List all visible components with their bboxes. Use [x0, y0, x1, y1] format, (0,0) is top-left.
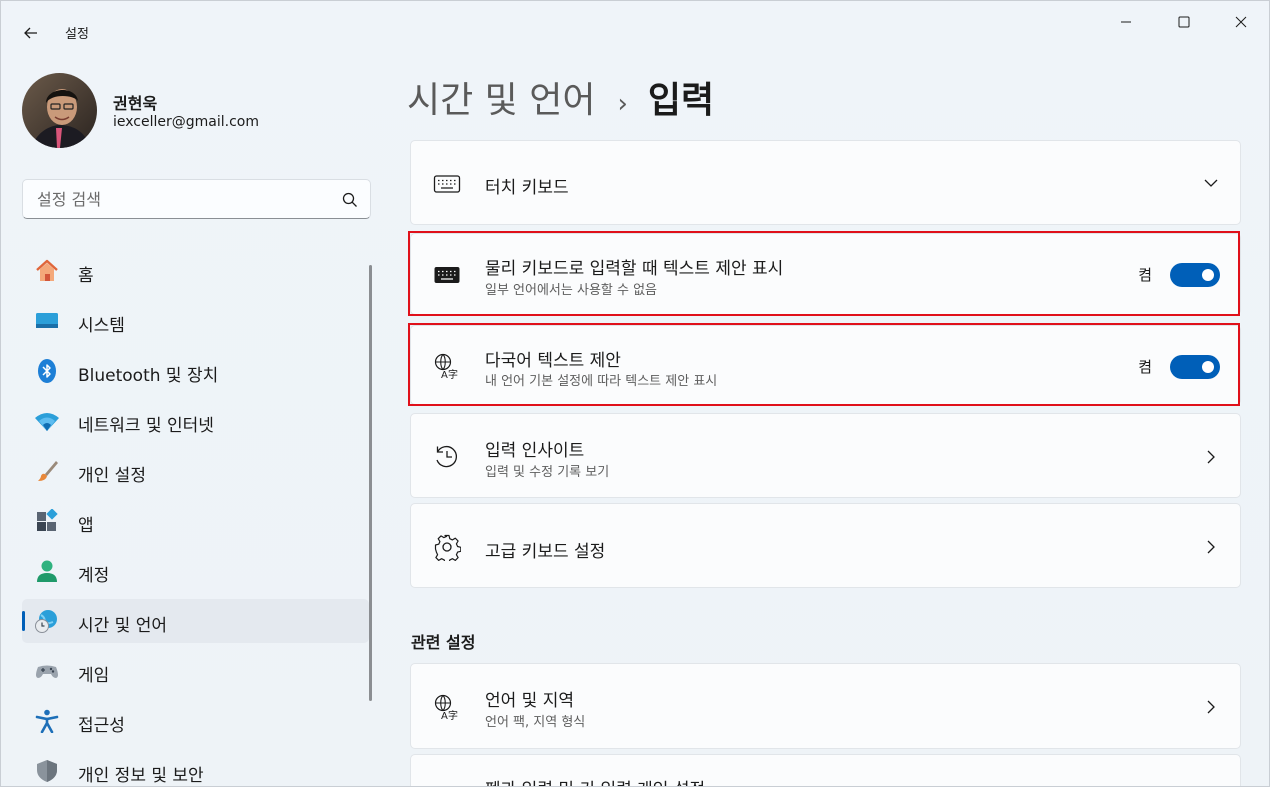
related-settings-heading: 관련 설정: [411, 633, 476, 652]
breadcrumb-separator: ›: [617, 89, 628, 119]
arrow-left-icon: [24, 27, 37, 39]
page-title: 입력: [647, 80, 715, 121]
sidebar-item-home[interactable]: 홈: [22, 249, 369, 293]
card-title: 입력 인사이트: [485, 441, 585, 461]
sidebar-item-label: 시간 및 언어: [78, 616, 168, 636]
keyboard-icon: [433, 175, 461, 193]
toggle-state-label: 켬: [1138, 266, 1152, 284]
close-icon: [1235, 16, 1247, 28]
keyboard-filled-icon: [434, 267, 460, 283]
sidebar-item-accessibility[interactable]: 접근성: [22, 699, 369, 743]
multilingual-suggestions-card: A 字 다국어 텍스트 제안 내 언어 기본 설정에 따라 텍스트 제안 표시 …: [410, 325, 1241, 405]
advanced-keyboard-settings-card[interactable]: 고급 키보드 설정: [410, 503, 1241, 588]
pen-touch-personalization-card[interactable]: 펜과 입력 및 키 입력 개인 설정: [410, 754, 1241, 786]
breadcrumb-parent[interactable]: 시간 및 언어: [407, 71, 596, 123]
card-subtitle: 입력 및 수정 기록 보기: [485, 465, 610, 480]
sidebar-item-label: 개인 설정: [78, 466, 146, 486]
search-icon[interactable]: [341, 191, 359, 209]
sidebar-item-personalization[interactable]: 개인 설정: [22, 449, 369, 493]
time-language-icon: [35, 610, 57, 633]
sidebar-item-system[interactable]: 시스템: [22, 299, 369, 343]
chevron-right-icon[interactable]: [1202, 698, 1220, 716]
home-icon: [36, 259, 58, 281]
sidebar-item-label: 계정: [78, 566, 110, 586]
gear-icon: [434, 534, 461, 561]
translate-icon: A 字: [434, 353, 458, 380]
close-button[interactable]: [1218, 7, 1264, 37]
user-email: iexceller@gmail.com: [113, 114, 259, 130]
card-title: 물리 키보드로 입력할 때 텍스트 제안 표시: [485, 259, 784, 279]
history-icon: [436, 445, 458, 468]
toggle-knob: [1202, 361, 1214, 373]
sidebar-item-label: 네트워크 및 인터넷: [78, 416, 214, 436]
typing-insights-card[interactable]: 입력 인사이트 입력 및 수정 기록 보기: [410, 413, 1241, 498]
maximize-button[interactable]: [1161, 7, 1207, 37]
search-box: [22, 179, 371, 219]
card-subtitle: 언어 팩, 지역 형식: [485, 715, 586, 730]
sidebar-item-privacy[interactable]: 개인 정보 및 보안: [22, 749, 369, 786]
multilingual-toggle[interactable]: [1170, 355, 1220, 379]
language-region-card[interactable]: A 字 언어 및 지역 언어 팩, 지역 형식: [410, 663, 1241, 749]
sidebar-item-accounts[interactable]: 계정: [22, 549, 369, 593]
back-button[interactable]: [17, 19, 45, 47]
minimize-icon: [1121, 21, 1131, 23]
toggle-knob: [1202, 269, 1214, 281]
toggle-state-label: 켬: [1138, 358, 1152, 376]
svg-text:A: A: [441, 370, 448, 380]
sidebar-scrollbar[interactable]: [369, 265, 372, 701]
card-title: 언어 및 지역: [485, 691, 575, 711]
avatar[interactable]: [22, 73, 97, 148]
bluetooth-icon: [38, 359, 56, 383]
active-indicator: [22, 611, 25, 631]
settings-window: 설정 권현욱 iexceller@gmail.com 설정 검색 홈 시스템 B…: [0, 0, 1270, 787]
sidebar-item-time-language[interactable]: 시간 및 언어: [22, 599, 369, 643]
brush-icon: [38, 461, 58, 481]
account-icon: [37, 560, 57, 582]
svg-text:字: 字: [448, 368, 458, 380]
touch-keyboard-card[interactable]: 터치 키보드: [410, 140, 1241, 225]
minimize-button[interactable]: [1103, 7, 1149, 37]
card-subtitle: 일부 언어에서는 사용할 수 없음: [485, 283, 658, 298]
title-bar: 설정: [1, 1, 1269, 45]
sidebar-item-apps[interactable]: 앱: [22, 499, 369, 543]
svg-text:字: 字: [448, 709, 458, 721]
sidebar-item-label: 게임: [78, 666, 110, 686]
sidebar-item-network[interactable]: 네트워크 및 인터넷: [22, 399, 369, 443]
card-subtitle: 내 언어 기본 설정에 따라 텍스트 제안 표시: [485, 374, 718, 389]
card-title: 터치 키보드: [485, 178, 569, 198]
sidebar-item-label: 시스템: [78, 316, 125, 336]
chevron-right-icon[interactable]: [1202, 538, 1220, 556]
wifi-icon: [35, 413, 59, 431]
shield-icon: [37, 760, 57, 782]
app-title: 설정: [65, 27, 89, 42]
physical-keyboard-suggestions-card: 물리 키보드로 입력할 때 텍스트 제안 표시 일부 언어에서는 사용할 수 없…: [410, 233, 1241, 315]
sidebar-item-label: 앱: [78, 516, 94, 536]
card-title: 고급 키보드 설정: [485, 542, 606, 562]
physical-suggestions-toggle[interactable]: [1170, 263, 1220, 287]
card-title: 펜과 입력 및 키 입력 개인 설정: [485, 775, 705, 786]
search-input[interactable]: [37, 180, 337, 218]
sidebar-item-label: 개인 정보 및 보안: [78, 766, 204, 786]
sidebar-item-label: 홈: [78, 266, 94, 286]
translate-icon: A 字: [434, 694, 458, 721]
sidebar-item-label: Bluetooth 및 장치: [78, 366, 219, 386]
accessibility-icon: [35, 709, 59, 733]
maximize-icon: [1178, 16, 1190, 28]
card-title: 다국어 텍스트 제안: [485, 351, 621, 371]
user-photo-icon: [22, 73, 97, 148]
chevron-down-icon[interactable]: [1202, 174, 1220, 192]
sidebar-item-label: 접근성: [78, 716, 125, 736]
chevron-right-icon[interactable]: [1202, 448, 1220, 466]
svg-text:A: A: [441, 711, 448, 721]
system-icon: [36, 313, 58, 328]
gamepad-icon: [36, 665, 58, 678]
user-name: 권현욱: [113, 94, 158, 113]
apps-icon: [37, 509, 58, 531]
sidebar-item-gaming[interactable]: 게임: [22, 649, 369, 693]
breadcrumb: 시간 및 언어 › 입력: [407, 71, 714, 121]
sidebar-item-bluetooth[interactable]: Bluetooth 및 장치: [22, 349, 369, 393]
